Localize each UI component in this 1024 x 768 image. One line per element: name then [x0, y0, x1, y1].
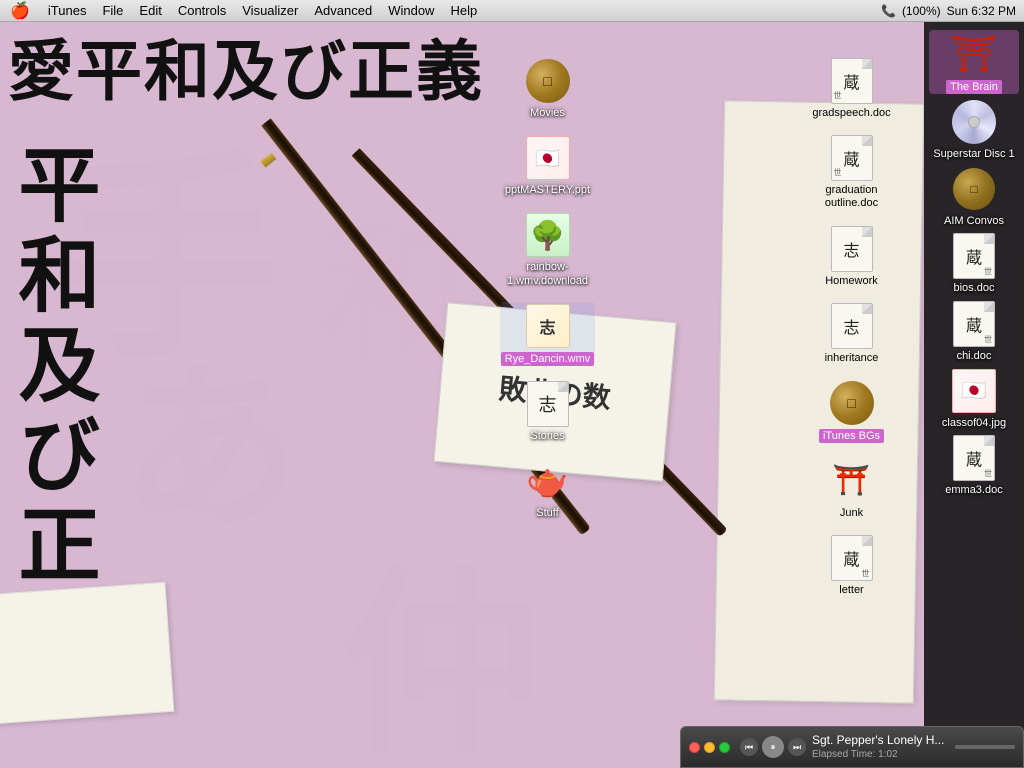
icon-pptmastery[interactable]: 🇯🇵 pptMASTERY.ppt [500, 134, 595, 197]
menu-edit[interactable]: Edit [131, 3, 169, 18]
rainbow-icon: 🌳 [526, 213, 570, 257]
sidebar-icon-disc[interactable]: Superstar Disc 1 [929, 98, 1019, 161]
napkin-bottomleft [0, 582, 174, 724]
graduation-icon: 蔵 世 [831, 135, 873, 181]
desktop: 手 あ 仲 和 愛平和及び正義 平和及び正義 敗北の数 Movies [0, 22, 1024, 768]
icon-letter[interactable]: 蔵 世 letter [804, 534, 899, 597]
menu-advanced[interactable]: Advanced [306, 3, 380, 18]
classof04-label: classof04.jpg [942, 417, 1006, 430]
emma3-icon: 蔵 世 [953, 435, 995, 481]
menubar-right: 📞 (100%) Sun 6:32 PM [881, 4, 1024, 18]
icon-inheritance[interactable]: 志 inheritance [804, 302, 899, 365]
bg-kanji-naka: 仲 [340, 502, 540, 768]
playback-controls: ⏮ ⏸ ⏭ [740, 736, 806, 758]
menu-help[interactable]: Help [442, 3, 485, 18]
pptmastery-label: pptMASTERY.ppt [505, 184, 590, 197]
junk-label: Junk [840, 507, 863, 520]
itunes-player: ⏮ ⏸ ⏭ Sgt. Pepper's Lonely H... Elapsed … [680, 726, 1024, 768]
homework-label: Homework [825, 275, 878, 288]
icon-rye-dancin[interactable]: 志 Rye_Dancin.wmv [500, 302, 595, 366]
rainbow-label: rainbow-1.wmv.download [503, 261, 593, 287]
center-icons-column: Movies 🇯🇵 pptMASTERY.ppt 🌳 rainbow-1.wmv… [500, 57, 610, 520]
minimize-button[interactable] [704, 742, 715, 753]
itunes-bgs-icon [830, 381, 874, 425]
stories-icon: 志 [527, 381, 569, 427]
track-title: Sgt. Pepper's Lonely H... [812, 733, 945, 749]
window-controls [689, 742, 730, 753]
icon-gradspeech[interactable]: 蔵 世 gradspeech.doc [804, 57, 899, 120]
stories-label: Stories [530, 430, 564, 443]
junk-icon: ⛩️ [830, 459, 874, 503]
track-info: Sgt. Pepper's Lonely H... Elapsed Time: … [812, 733, 945, 762]
rye-icon: 志 [526, 304, 570, 348]
letter-icon: 蔵 世 [831, 535, 873, 581]
rye-dancin-label: Rye_Dancin.wmv [501, 352, 595, 366]
right-sidebar: ⛩ The Brain Superstar Disc 1 □ AIM Convo… [924, 22, 1024, 768]
chi-label: chi.doc [957, 350, 992, 363]
bios-icon: 蔵 世 [953, 233, 995, 279]
icon-homework[interactable]: 志 Homework [804, 225, 899, 288]
next-button[interactable]: ⏭ [788, 738, 806, 756]
gradspeech-label: gradspeech.doc [812, 107, 890, 120]
icon-junk[interactable]: ⛩️ Junk [804, 457, 899, 520]
stuff-icon: 🫖 [526, 459, 570, 503]
bios-label: bios.doc [954, 282, 995, 295]
gradspeech-icon: 蔵 世 [831, 58, 873, 104]
bg-kanji-a: あ [120, 302, 300, 563]
brain-label: The Brain [946, 80, 1002, 94]
menu-controls[interactable]: Controls [170, 3, 234, 18]
menubar: 🍎 iTunes File Edit Controls Visualizer A… [0, 0, 1024, 22]
volume-control[interactable] [955, 745, 1015, 749]
track-elapsed: Elapsed Time: 1:02 [812, 748, 945, 761]
disc-label: Superstar Disc 1 [933, 148, 1014, 161]
movies-icon [526, 59, 570, 103]
icon-itunes-bgs[interactable]: iTunes BGs [804, 379, 899, 443]
homework-icon: 志 [831, 226, 873, 272]
apple-menu[interactable]: 🍎 [0, 1, 40, 21]
icon-graduation[interactable]: 蔵 世 graduation outline.doc [804, 134, 899, 210]
menu-window[interactable]: Window [380, 3, 442, 18]
aim-label: AIM Convos [944, 215, 1004, 228]
sidebar-icon-emma3[interactable]: 蔵 世 emma3.doc [929, 434, 1019, 497]
inheritance-icon: 志 [831, 303, 873, 349]
menu-file[interactable]: File [94, 3, 131, 18]
sidebar-icon-chi[interactable]: 蔵 世 chi.doc [929, 300, 1019, 363]
prev-button[interactable]: ⏮ [740, 738, 758, 756]
icon-stories[interactable]: 志 Stories [500, 380, 595, 443]
sidebar-icon-aim[interactable]: □ AIM Convos [929, 165, 1019, 228]
sidebar-icon-classof04[interactable]: 🇯🇵 classof04.jpg [929, 367, 1019, 430]
phone-icon: 📞 [881, 4, 896, 18]
chopstick-band [260, 153, 276, 168]
maximize-button[interactable] [719, 742, 730, 753]
menu-visualizer[interactable]: Visualizer [234, 3, 306, 18]
aim-icon: □ [953, 168, 995, 210]
bg-kanji-te: 手 [60, 82, 280, 400]
graduation-label: graduation outline.doc [807, 184, 897, 210]
battery-indicator: (100%) [902, 4, 941, 18]
cd-icon [952, 100, 996, 144]
clock: Sun 6:32 PM [947, 4, 1016, 18]
inheritance-label: inheritance [825, 352, 879, 365]
chi-icon: 蔵 世 [953, 301, 995, 347]
icon-movies[interactable]: Movies [500, 57, 595, 120]
icon-stuff[interactable]: 🫖 Stuff [500, 457, 595, 520]
menu-itunes[interactable]: iTunes [40, 3, 95, 18]
stuff-label: Stuff [536, 507, 558, 520]
letter-label: letter [839, 584, 863, 597]
kanji-line1: 愛平和及び正義 [8, 37, 484, 106]
torii-icon: ⛩ [951, 33, 997, 75]
close-button[interactable] [689, 742, 700, 753]
mid-right-icons: 蔵 世 gradspeech.doc 蔵 世 graduation outlin… [804, 57, 914, 597]
ppt-icon: 🇯🇵 [526, 136, 570, 180]
play-pause-button[interactable]: ⏸ [762, 736, 784, 758]
sidebar-icon-brain[interactable]: ⛩ The Brain [929, 30, 1019, 94]
emma3-label: emma3.doc [945, 484, 1002, 497]
classof04-icon: 🇯🇵 [952, 369, 996, 413]
icon-rainbow[interactable]: 🌳 rainbow-1.wmv.download [500, 211, 595, 287]
itunes-bgs-label: iTunes BGs [819, 429, 884, 443]
sidebar-icon-bios[interactable]: 蔵 世 bios.doc [929, 232, 1019, 295]
main-kanji-header: 愛平和及び正義 [8, 37, 484, 106]
movies-label: Movies [530, 107, 565, 120]
